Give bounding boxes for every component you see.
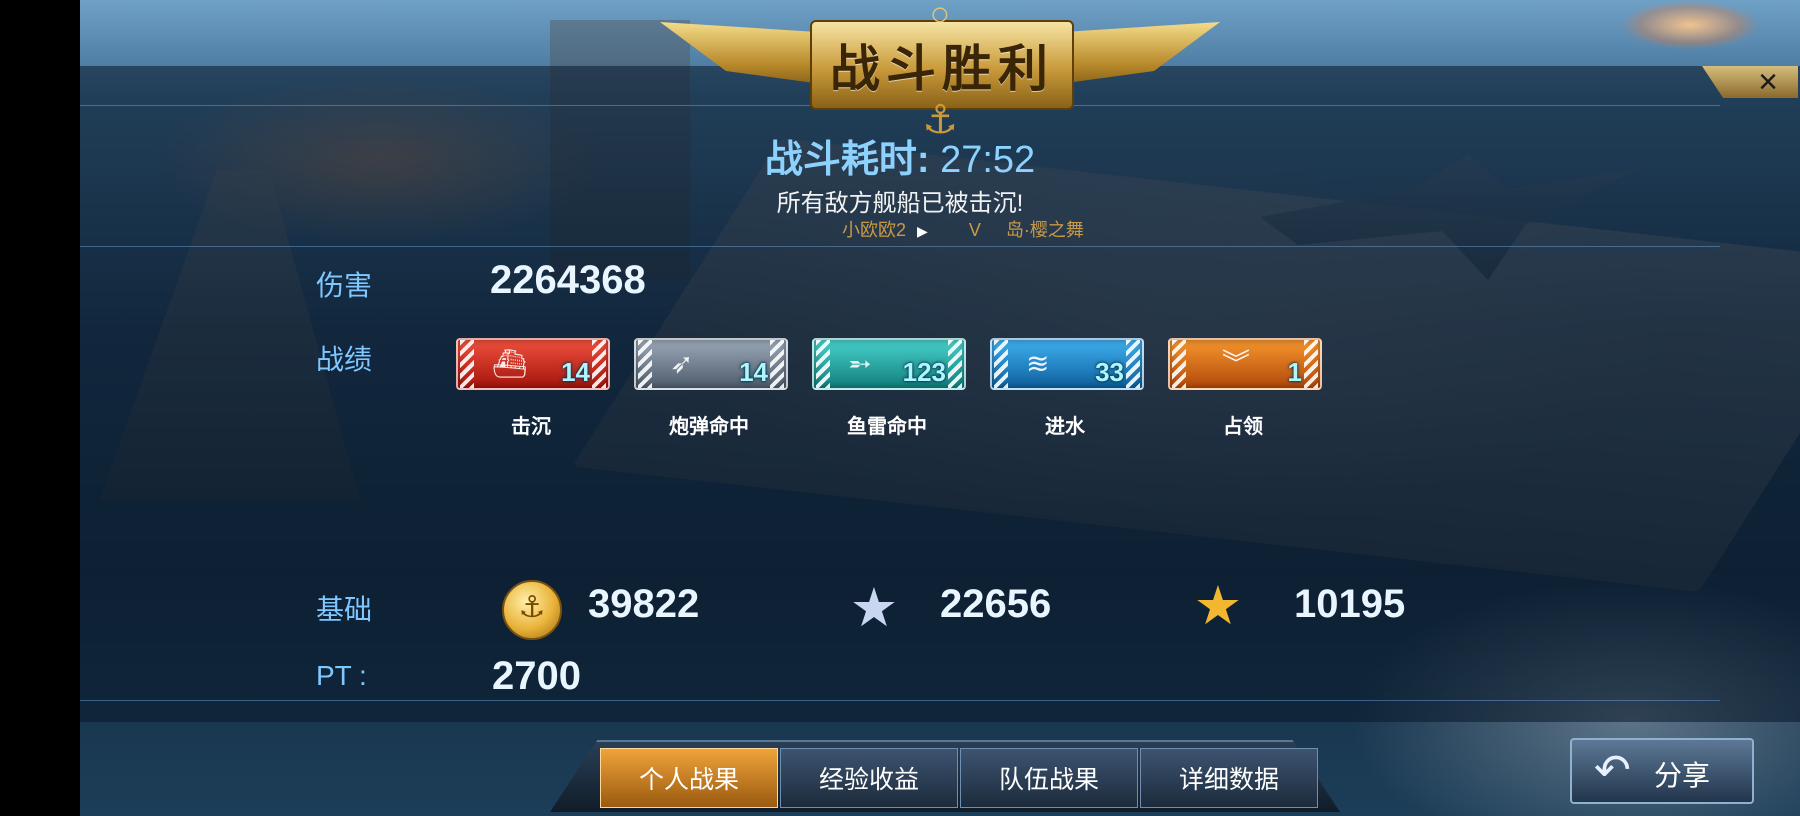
anchor-coin-icon: ⚓	[502, 580, 562, 640]
badge-flooding: ≋ 33	[990, 338, 1144, 390]
shell-icon: ➶	[670, 348, 694, 379]
tab-personal-result[interactable]: 个人战果	[600, 748, 778, 808]
close-icon: ×	[1758, 63, 1778, 101]
battle-time-value: 27:52	[940, 139, 1036, 181]
battle-result-message: 所有敌方舰船已被击沉!	[776, 190, 1024, 217]
silver-star-icon: ★	[849, 578, 899, 638]
torpedo-icon: ➵	[848, 348, 872, 379]
gold-star-value: 10195	[1294, 582, 1406, 626]
tab-exp-reward[interactable]: 经验收益	[780, 748, 958, 808]
badge-sink: ⛴ 14	[456, 338, 610, 390]
play-arrow-icon: ▶	[917, 223, 928, 239]
badge-label: 鱼雷命中	[847, 416, 927, 438]
share-label: 分享	[1654, 760, 1711, 791]
badge-torpedo-hit: ➵ 123	[812, 338, 966, 390]
badge-count: 123	[902, 357, 946, 387]
player-name: 小欧欧2	[842, 220, 907, 240]
battle-time: 战斗耗时: 27:52	[0, 128, 1800, 183]
badge-label: 击沉	[511, 416, 551, 438]
result-tabs: 个人战果 经验收益 队伍战果 详细数据	[550, 740, 1340, 816]
ship-sinking-icon: ⛴	[492, 348, 528, 379]
badge-capture: ︾ 1	[1168, 338, 1322, 390]
tab-detail-data[interactable]: 详细数据	[1140, 748, 1318, 808]
tab-team-result[interactable]: 队伍战果	[960, 748, 1138, 808]
record-label: 战绩	[316, 344, 373, 375]
badge-count: 14	[739, 357, 768, 387]
map-name: 岛·樱之舞	[1005, 220, 1084, 240]
badge-label: 占领	[1223, 416, 1263, 438]
mode-label: V	[968, 220, 981, 240]
share-arrow-icon: ↶	[1594, 746, 1631, 795]
pt-label: PT :	[316, 660, 367, 691]
title-plaque: 战斗胜利	[810, 20, 1074, 110]
explosion-decor	[1620, 0, 1760, 50]
badge-shell-hit: ➶ 14	[634, 338, 788, 390]
pt-value: 2700	[492, 654, 581, 698]
silver-star-value: 22656	[940, 582, 1052, 626]
share-button[interactable]: ↶ 分享	[1570, 738, 1754, 804]
anchor-ring-icon: ○	[929, 0, 951, 33]
divider-bottom	[80, 700, 1720, 701]
badge-count: 1	[1287, 357, 1302, 387]
victory-emblem: 战斗胜利 ○ ⚓	[660, 0, 1220, 140]
divider-header	[80, 246, 1720, 247]
badge-label: 进水	[1045, 416, 1085, 438]
coins-value: 39822	[588, 582, 700, 626]
damage-label: 伤害	[316, 270, 373, 301]
badge-count: 33	[1095, 357, 1124, 387]
badge-label: 炮弹命中	[669, 416, 749, 438]
damage-value: 2264368	[490, 258, 646, 302]
battle-time-label: 战斗耗时:	[764, 139, 930, 181]
gold-star-icon: ★	[1193, 576, 1243, 636]
base-label: 基础	[316, 594, 373, 625]
chevron-rank-icon: ︾	[1222, 348, 1251, 379]
page-title: 战斗胜利	[830, 41, 1054, 97]
flooding-icon: ≋	[1026, 348, 1050, 379]
badge-count: 14	[561, 357, 590, 387]
battle-info-line: 小欧欧2 ▶ V 岛·樱之舞	[842, 216, 1090, 242]
